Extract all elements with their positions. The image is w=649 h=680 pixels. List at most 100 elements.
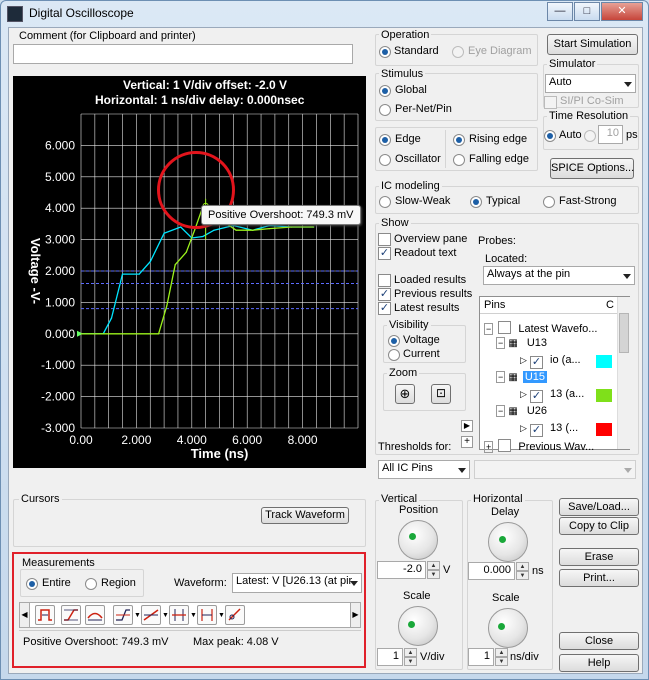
oscillator-radio[interactable] bbox=[379, 154, 391, 166]
loaded-results-checkbox[interactable] bbox=[378, 274, 391, 287]
zoom-fit-icon[interactable]: ⊡ bbox=[431, 384, 451, 404]
readout-text-checkbox[interactable]: ✓ bbox=[378, 247, 391, 260]
tree-node-u13[interactable]: − ▦ U13 bbox=[496, 337, 547, 349]
typical-radio[interactable] bbox=[470, 196, 482, 208]
color-column-header[interactable]: C bbox=[606, 299, 614, 311]
help-button[interactable]: Help bbox=[559, 654, 639, 672]
copy-to-clip-button[interactable]: Copy to Clip bbox=[559, 517, 639, 535]
edge-radio[interactable] bbox=[379, 134, 391, 146]
pins-tree[interactable]: Pins C − Latest Wavefo... − ▦ U13 ▷ ✓ io… bbox=[479, 296, 630, 453]
voltage-radio[interactable] bbox=[388, 335, 400, 347]
eye-diagram-radio[interactable] bbox=[452, 46, 464, 58]
track-waveform-button[interactable]: Track Waveform bbox=[261, 507, 349, 524]
overview-pane-checkbox[interactable] bbox=[378, 233, 391, 246]
chevron-down-icon[interactable]: ▼ bbox=[190, 612, 197, 619]
spice-options-button[interactable]: SPICE Options... bbox=[550, 158, 634, 179]
close-window-button[interactable]: ✕ bbox=[601, 2, 643, 21]
waveform-display[interactable]: 6.000 5.000 4.000 3.000 2.000 1.000 0.000 -1.00… bbox=[13, 76, 366, 468]
setup-hold-icon[interactable] bbox=[169, 605, 189, 625]
chevron-down-icon[interactable]: ▼ bbox=[134, 612, 141, 619]
horizontal-scale-knob[interactable] bbox=[488, 608, 528, 648]
zoom-in-icon[interactable]: ⊕ bbox=[395, 384, 415, 404]
tree-node-u15[interactable]: − ▦ U15 bbox=[496, 371, 548, 383]
tree-node-u15-pin[interactable]: ▷ ✓ 13 (a... bbox=[520, 388, 584, 403]
horizontal-delay-up[interactable]: ▲ bbox=[516, 562, 529, 571]
pulse-width-icon[interactable] bbox=[35, 605, 55, 625]
measurement-waveform-select[interactable]: Latest: V [U26.13 (at pir bbox=[232, 573, 362, 593]
vertical-scale-knob[interactable] bbox=[398, 606, 438, 646]
comment-input[interactable] bbox=[13, 44, 353, 64]
previous-waveforms-checkbox[interactable] bbox=[498, 439, 512, 452]
fast-strong-radio[interactable] bbox=[543, 196, 555, 208]
start-simulation-button[interactable]: Start Simulation bbox=[547, 34, 638, 55]
tree-scrollbar-thumb[interactable] bbox=[619, 313, 629, 353]
region-radio[interactable] bbox=[85, 578, 97, 590]
simulator-select[interactable]: Auto bbox=[545, 74, 636, 93]
toolbar-scroll-right-icon[interactable]: ▶ bbox=[350, 602, 361, 628]
per-net-pin-radio[interactable] bbox=[379, 104, 391, 116]
slow-weak-radio[interactable] bbox=[379, 196, 391, 208]
time-res-auto-radio[interactable] bbox=[544, 130, 556, 142]
sipi-cosim-checkbox[interactable] bbox=[544, 96, 557, 109]
print-button[interactable]: Print... bbox=[559, 569, 639, 587]
u15-pin-checkbox[interactable]: ✓ bbox=[529, 390, 543, 403]
vertical-position-input[interactable]: -2.0 bbox=[377, 561, 426, 579]
vertical-position-knob[interactable] bbox=[398, 520, 438, 560]
thresholds-detail-select[interactable] bbox=[474, 460, 636, 479]
add-probe-icon[interactable]: + bbox=[461, 436, 473, 448]
current-radio[interactable] bbox=[388, 349, 400, 361]
horizontal-delay-knob[interactable] bbox=[488, 522, 528, 562]
vertical-position-up[interactable]: ▲ bbox=[427, 561, 440, 570]
standard-radio[interactable] bbox=[379, 46, 391, 58]
u15-color-swatch[interactable] bbox=[596, 389, 612, 402]
slew-rate-icon[interactable] bbox=[141, 605, 161, 625]
u26-color-swatch[interactable] bbox=[596, 423, 612, 436]
horizontal-scale-down[interactable]: ▼ bbox=[495, 657, 508, 666]
overshoot-icon[interactable] bbox=[85, 605, 105, 625]
close-button[interactable]: Close bbox=[559, 632, 639, 650]
rise-time-icon[interactable] bbox=[61, 605, 81, 625]
toolbar-scroll-left-icon[interactable]: ◀ bbox=[19, 602, 30, 628]
horizontal-title: Horizontal bbox=[471, 493, 525, 505]
tree-node-u13-io[interactable]: ▷ ✓ io (a... bbox=[520, 354, 581, 369]
chevron-down-icon[interactable]: ▼ bbox=[218, 612, 225, 619]
save-load-button[interactable]: Save/Load... bbox=[559, 498, 639, 516]
tree-node-latest[interactable]: − Latest Wavefo... bbox=[484, 319, 597, 335]
time-res-manual-radio[interactable] bbox=[584, 130, 596, 142]
u26-pin-checkbox[interactable]: ✓ bbox=[529, 424, 543, 437]
horizontal-scale-input[interactable]: 1 bbox=[468, 648, 494, 666]
pins-column-header[interactable]: Pins bbox=[484, 299, 505, 311]
latest-results-checkbox[interactable]: ✓ bbox=[378, 302, 391, 315]
chevron-down-icon[interactable]: ▼ bbox=[162, 612, 169, 619]
minimize-button[interactable]: — bbox=[547, 2, 573, 21]
global-radio[interactable] bbox=[379, 85, 391, 97]
vertical-position-down[interactable]: ▼ bbox=[427, 570, 440, 579]
u13-io-checkbox[interactable]: ✓ bbox=[529, 356, 543, 369]
entire-radio[interactable] bbox=[26, 578, 38, 590]
title-bar[interactable]: Digital Oscilloscope — □ ✕ bbox=[1, 1, 648, 27]
erase-button[interactable]: Erase bbox=[559, 548, 639, 566]
probe-location-select[interactable]: Always at the pin bbox=[483, 266, 635, 285]
previous-results-checkbox[interactable]: ✓ bbox=[378, 288, 391, 301]
tree-node-u26[interactable]: − ▦ U26 bbox=[496, 405, 547, 417]
time-res-input[interactable]: 10 bbox=[598, 125, 623, 144]
tree-node-previous[interactable]: + Previous Wav... bbox=[484, 437, 594, 453]
expand-right-icon[interactable]: ▶ bbox=[461, 420, 473, 432]
skew-icon[interactable] bbox=[197, 605, 217, 625]
horizontal-delay-input[interactable]: 0.000 bbox=[468, 562, 515, 580]
horizontal-scale-up[interactable]: ▲ bbox=[495, 648, 508, 657]
u13-color-swatch[interactable] bbox=[596, 355, 612, 368]
rising-edge-radio[interactable] bbox=[453, 134, 465, 146]
vertical-scale-input[interactable]: 1 bbox=[377, 648, 403, 666]
falling-edge-radio[interactable] bbox=[453, 154, 465, 166]
tree-scrollbar[interactable] bbox=[617, 297, 630, 449]
threshold-crossing-icon[interactable] bbox=[113, 605, 133, 625]
vertical-scale-up[interactable]: ▲ bbox=[404, 648, 417, 657]
thresholds-select[interactable]: All IC Pins bbox=[378, 460, 470, 479]
tree-node-u26-pin[interactable]: ▷ ✓ 13 (... bbox=[520, 422, 578, 437]
latest-waveforms-checkbox[interactable] bbox=[498, 321, 512, 334]
horizontal-delay-down[interactable]: ▼ bbox=[516, 571, 529, 580]
maximize-button[interactable]: □ bbox=[574, 2, 600, 21]
clear-measurement-icon[interactable] bbox=[225, 605, 245, 625]
vertical-scale-down[interactable]: ▼ bbox=[404, 657, 417, 666]
